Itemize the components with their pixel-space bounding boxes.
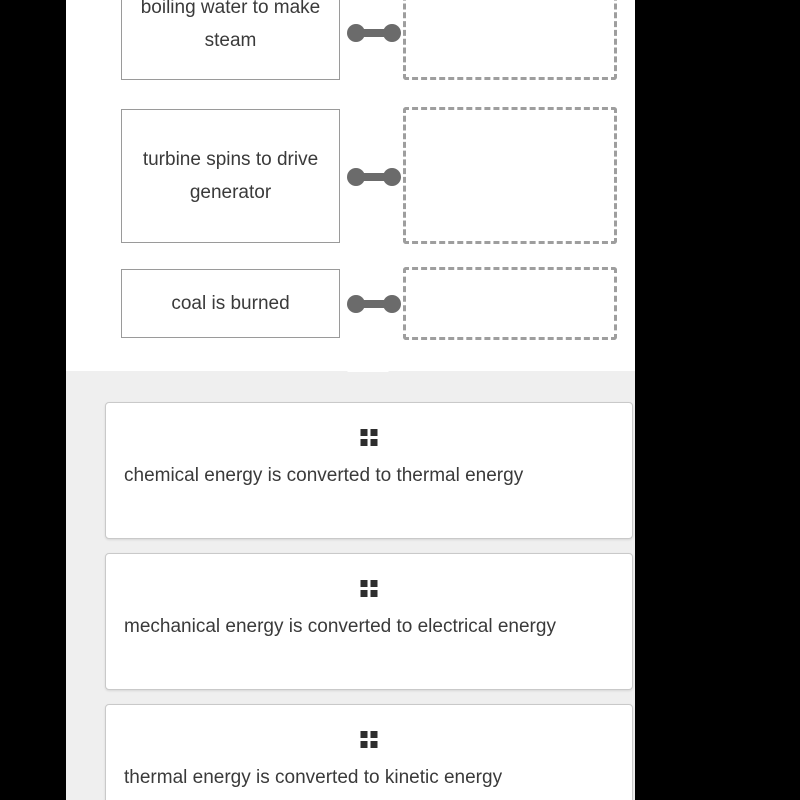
drop-zone-coal-is-burned[interactable] — [403, 267, 617, 340]
dumbbell-connector-icon[interactable] — [347, 295, 401, 313]
match-row: turbine spins to drive generator — [66, 107, 635, 244]
connector-knob-right — [383, 168, 401, 186]
match-panel: boiling water to make steam turbine spin… — [66, 0, 635, 372]
handle-dot — [370, 439, 378, 446]
handle-dot — [360, 580, 368, 587]
handle-dot — [360, 439, 368, 446]
answer-card[interactable]: chemical energy is converted to thermal … — [105, 402, 633, 539]
prompt-box-turbine-spins[interactable]: turbine spins to drive generator — [121, 109, 340, 243]
connector-knob-right — [383, 24, 401, 42]
answer-card[interactable]: mechanical energy is converted to electr… — [105, 553, 633, 690]
handle-dot — [360, 429, 368, 436]
drag-handle-icon[interactable] — [360, 580, 378, 597]
handle-dot — [360, 741, 368, 748]
match-row: boiling water to make steam — [66, 0, 635, 80]
handle-dot — [360, 590, 368, 597]
drag-handle-icon[interactable] — [360, 429, 378, 446]
answer-card[interactable]: thermal energy is converted to kinetic e… — [105, 704, 633, 800]
answer-tray: chemical energy is converted to thermal … — [66, 371, 635, 800]
handle-dot — [370, 580, 378, 587]
drop-zone-boiling-water[interactable] — [403, 0, 617, 80]
handle-dot — [370, 429, 378, 436]
answer-card-label: chemical energy is converted to thermal … — [124, 465, 524, 486]
triangle-pointer-icon — [347, 351, 389, 372]
drop-zone-turbine-spins[interactable] — [403, 107, 617, 244]
drag-handle-icon[interactable] — [360, 731, 378, 748]
match-row: coal is burned — [66, 267, 635, 340]
handle-dot — [370, 590, 378, 597]
dumbbell-connector-icon[interactable] — [347, 24, 401, 42]
answer-card-label: mechanical energy is converted to electr… — [124, 616, 556, 637]
answer-card-label: thermal energy is converted to kinetic e… — [124, 767, 503, 788]
prompt-box-boiling-water[interactable]: boiling water to make steam — [121, 0, 340, 80]
dumbbell-connector-icon[interactable] — [347, 168, 401, 186]
handle-dot — [360, 731, 368, 738]
handle-dot — [370, 741, 378, 748]
screen: boiling water to make steam turbine spin… — [0, 0, 800, 800]
prompt-box-coal-is-burned[interactable]: coal is burned — [121, 269, 340, 338]
connector-knob-right — [383, 295, 401, 313]
handle-dot — [370, 731, 378, 738]
